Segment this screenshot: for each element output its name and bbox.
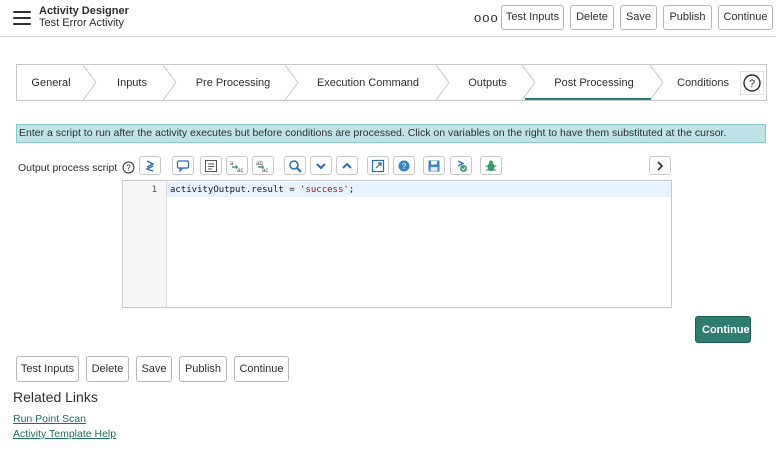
code-string: 'success' <box>300 185 349 195</box>
save-button[interactable]: Save <box>620 5 657 30</box>
tab-conditions[interactable]: Conditions <box>664 65 742 100</box>
tab-inputs[interactable]: Inputs <box>97 65 167 100</box>
line-gutter: 1 <box>123 181 167 307</box>
more-options-button[interactable]: ooo <box>474 10 499 25</box>
record-title: Test Error Activity <box>39 17 124 29</box>
previous-icon[interactable] <box>336 156 358 175</box>
tab-execution-command[interactable]: Execution Command <box>299 65 437 100</box>
activity-tabs: General Inputs Pre Processing Execution … <box>16 64 767 101</box>
tab-general[interactable]: General <box>17 65 85 100</box>
test-inputs-button-bottom[interactable]: Test Inputs <box>16 356 79 382</box>
code-line[interactable]: activityOutput.result = 'success'; <box>170 185 354 195</box>
script-help-icon[interactable]: ? <box>393 156 415 175</box>
tab-outputs[interactable]: Outputs <box>450 65 525 100</box>
help-icon[interactable]: ? <box>740 71 764 95</box>
tab-separator <box>650 65 664 100</box>
app-title: Activity Designer <box>39 5 129 17</box>
svg-text:ac: ac <box>262 168 268 173</box>
replace-icon[interactable]: a ac <box>226 156 248 175</box>
title-block: Activity Designer Test Error Activity <box>39 5 129 29</box>
active-tab-indicator <box>525 98 651 100</box>
field-help-icon[interactable]: ? <box>122 161 135 174</box>
continue-button[interactable]: Continue <box>718 5 773 30</box>
delete-button[interactable]: Delete <box>570 5 614 30</box>
save-button-bottom[interactable]: Save <box>136 356 172 382</box>
script-editor[interactable]: 1 activityOutput.result = 'success'; <box>122 180 672 308</box>
tab-separator <box>285 65 299 100</box>
output-script-label: Output process script <box>18 162 118 174</box>
fullscreen-icon[interactable] <box>367 156 389 175</box>
continue-button-bottom[interactable]: Continue <box>234 356 289 382</box>
svg-text:ac: ac <box>237 168 243 173</box>
script-check-icon[interactable] <box>450 156 472 175</box>
save-icon[interactable] <box>423 156 445 175</box>
code-suffix: ; <box>348 185 355 195</box>
comment-icon[interactable] <box>172 156 194 175</box>
activity-template-help-link[interactable]: Activity Template Help <box>13 428 116 440</box>
continue-primary-button[interactable]: Continue <box>695 316 751 343</box>
tab-separator <box>163 65 177 100</box>
page-header: Activity Designer Test Error Activity oo… <box>0 0 776 37</box>
related-links-title: Related Links <box>13 389 98 405</box>
menu-icon[interactable] <box>13 11 31 25</box>
svg-text:?: ? <box>126 164 131 173</box>
next-icon[interactable] <box>310 156 332 175</box>
expand-icon[interactable] <box>649 156 671 175</box>
tab-separator <box>436 65 450 100</box>
delete-button-bottom[interactable]: Delete <box>86 356 129 382</box>
publish-button-bottom[interactable]: Publish <box>179 356 227 382</box>
debug-icon[interactable] <box>480 156 502 175</box>
tab-separator <box>83 65 97 100</box>
svg-text:?: ? <box>402 162 407 171</box>
search-icon[interactable] <box>284 156 306 175</box>
test-inputs-button[interactable]: Test Inputs <box>501 5 564 30</box>
replace-all-icon[interactable]: ab ac <box>252 156 274 175</box>
tab-post-processing[interactable]: Post Processing <box>532 65 656 100</box>
publish-button[interactable]: Publish <box>663 5 712 30</box>
code-text: activityOutput.result = <box>170 185 301 195</box>
info-banner: Enter a script to run after the activity… <box>16 124 766 143</box>
format-icon[interactable] <box>200 156 222 175</box>
run-point-scan-link[interactable]: Run Point Scan <box>13 413 86 425</box>
svg-text:a: a <box>230 161 234 167</box>
svg-text:?: ? <box>749 78 755 90</box>
line-number: 1 <box>151 185 157 195</box>
tab-pre-processing[interactable]: Pre Processing <box>177 65 289 100</box>
toggle-syntax-icon[interactable] <box>139 156 161 175</box>
